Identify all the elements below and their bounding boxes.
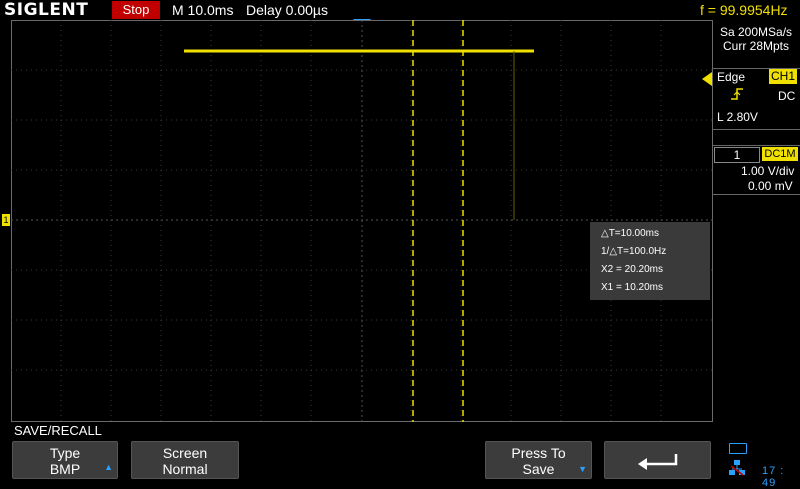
network-icon (729, 460, 745, 476)
channel-coupling-badge: DC1M (762, 147, 798, 161)
channel1-offset-marker[interactable]: 1 (2, 214, 10, 226)
knob-adjust-icon: ▲ (104, 462, 113, 472)
cursor-measurement-box: △T=10.00ms 1/△T=100.0Hz X2 = 20.20ms X1 … (590, 222, 710, 300)
channel-number: 1 (714, 147, 760, 163)
type-value: BMP (49, 461, 81, 477)
trigger-level: L 2.80V (717, 110, 758, 124)
screen-value: Normal (162, 461, 208, 477)
knob-adjust-icon: ▼ (578, 464, 587, 474)
waveform-display[interactable] (11, 20, 713, 422)
press-to-save-softkey[interactable]: Press To Save ▼ (485, 441, 592, 479)
rising-edge-icon (731, 88, 743, 100)
press-value: Save (522, 461, 555, 477)
delta-t-readout: △T=10.00ms (601, 228, 659, 239)
brand-logo: SIGLENT (4, 0, 89, 20)
trigger-type: Edge (717, 70, 746, 84)
delay-readout: Delay 0.00µs (246, 2, 328, 18)
x2-readout: X2 = 20.20ms (601, 264, 663, 275)
trigger-level-marker-icon[interactable] (702, 72, 712, 86)
screen-label: Screen (162, 445, 208, 461)
trigger-source-badge: CH1 (769, 69, 797, 84)
inverse-delta-t-readout: 1/△T=100.0Hz (601, 246, 667, 257)
type-label: Type (49, 445, 81, 461)
sample-rate: Sa 200MSa/s (720, 25, 793, 39)
x1-readout: X1 = 10.20ms (601, 282, 663, 293)
run-stop-indicator[interactable]: Stop (112, 1, 160, 19)
channel-offset: 0.00 mV (748, 179, 793, 193)
type-softkey[interactable]: Type BMP ▲ (12, 441, 118, 479)
menu-title: SAVE/RECALL (14, 423, 102, 438)
volts-per-div: 1.00 V/div (741, 164, 795, 178)
press-label: Press To (511, 445, 566, 461)
clock: 17 : 49 (762, 465, 785, 489)
battery-icon (729, 443, 747, 454)
back-softkey[interactable] (604, 441, 711, 479)
frequency-counter: f = 99.9954Hz (700, 2, 788, 18)
screen-softkey[interactable]: Screen Normal (131, 441, 239, 479)
trigger-coupling: DC (778, 89, 796, 103)
timebase-readout: M 10.0ms (172, 2, 234, 18)
return-arrow-icon (637, 454, 677, 470)
memory-depth: Curr 28Mpts (723, 39, 790, 53)
